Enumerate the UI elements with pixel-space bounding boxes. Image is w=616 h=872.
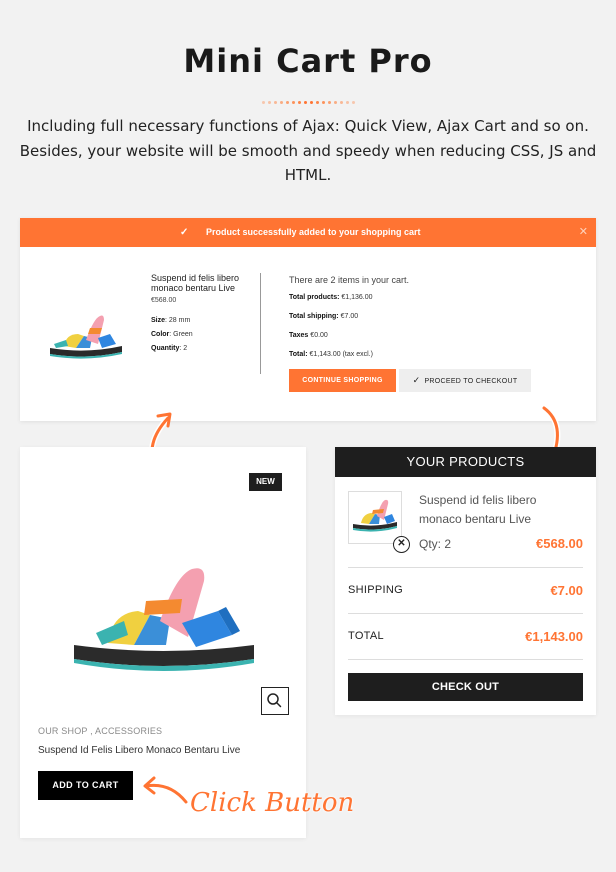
- taxes: Taxes €0.00: [289, 332, 328, 339]
- page-title: Mini Cart Pro: [183, 42, 433, 80]
- cart-item-image: [353, 499, 397, 532]
- add-to-cart-notification: ✓ Product successfully added to your sho…: [20, 218, 596, 421]
- total: Total: €1,143.00 (tax excl.): [289, 351, 373, 358]
- product-category[interactable]: OUR SHOP , ACCESSORIES: [38, 726, 162, 736]
- proceed-to-checkout-label: PROCEED TO CHECKOUT: [424, 378, 518, 385]
- cart-item-price: €568.00: [536, 536, 583, 551]
- notification-message: Product successfully added to your shopp…: [206, 227, 421, 237]
- total-products: Total products: €1,136.00: [289, 294, 373, 301]
- total-label: TOTAL: [348, 630, 384, 642]
- notification-bar: ✓ Product successfully added to your sho…: [20, 218, 596, 247]
- product-quantity: Quantity: 2: [151, 345, 188, 352]
- cart-item-qty: Qty: 2: [419, 537, 452, 551]
- mini-cart-heading: YOUR PRODUCTS: [335, 447, 596, 477]
- total-amount: €1,143.00: [525, 629, 583, 644]
- click-button-annotation: Click Button: [190, 788, 355, 818]
- intro-text: Including full necessary functions of Aj…: [19, 117, 597, 184]
- product-image[interactable]: [68, 559, 258, 679]
- new-badge: NEW: [249, 473, 282, 491]
- product-name[interactable]: Suspend Id Felis Libero Monaco Bentaru L…: [38, 745, 240, 756]
- check-out-button[interactable]: CHECK OUT: [348, 673, 583, 701]
- cart-item-thumbnail[interactable]: [348, 491, 402, 544]
- add-to-cart-button[interactable]: ADD TO CART: [38, 771, 133, 800]
- notification-product-price: €568.00: [151, 297, 177, 304]
- product-size: Size: 28 mm: [151, 317, 191, 324]
- separator: [348, 567, 583, 568]
- decorative-dots: [0, 94, 616, 105]
- mini-cart-panel: YOUR PRODUCTS ✕ Suspend id felis libero …: [335, 447, 596, 715]
- cart-item-name[interactable]: Suspend id felis libero monaco bentaru L…: [419, 491, 579, 529]
- close-icon[interactable]: ✕: [579, 218, 588, 247]
- proceed-to-checkout-button[interactable]: ✓ PROCEED TO CHECKOUT: [399, 369, 531, 392]
- quick-view-button[interactable]: [261, 687, 289, 715]
- separator: [348, 659, 583, 660]
- divider: [260, 273, 261, 374]
- shipping-amount: €7.00: [550, 583, 583, 598]
- total-shipping: Total shipping: €7.00: [289, 313, 359, 320]
- remove-item-icon[interactable]: ✕: [393, 536, 410, 553]
- separator: [348, 613, 583, 614]
- product-color: Color: Green: [151, 331, 193, 338]
- continue-shopping-button[interactable]: CONTINUE SHOPPING: [289, 369, 396, 392]
- notification-product-name: Suspend id felis libero monaco bentaru L…: [151, 273, 240, 293]
- check-icon: ✓: [180, 227, 189, 238]
- cart-items-count: There are 2 items in your cart.: [289, 275, 410, 285]
- search-icon: [267, 693, 282, 708]
- product-thumbnail: [50, 315, 122, 359]
- arrow-left-icon: [143, 776, 189, 805]
- check-icon: ✓: [412, 375, 421, 385]
- shipping-label: SHIPPING: [348, 584, 403, 596]
